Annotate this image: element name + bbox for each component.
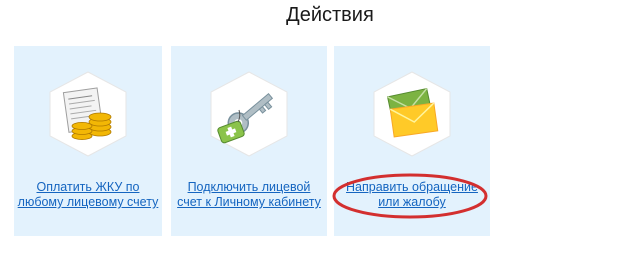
page-title: Действия (286, 4, 374, 26)
highlight-circle (331, 173, 488, 219)
connect-account-link[interactable]: Подключить лицевой счет к Личному кабине… (171, 180, 327, 210)
receipt-coins-icon (44, 70, 132, 158)
action-card-pay[interactable]: Оплатить ЖКУ по любому лицевому счету (14, 46, 162, 236)
envelopes-icon (368, 70, 456, 158)
pay-utilities-link[interactable]: Оплатить ЖКУ по любому лицевому счету (14, 180, 162, 210)
key-tag-icon (205, 70, 293, 158)
action-card-connect[interactable]: Подключить лицевой счет к Личному кабине… (171, 46, 327, 236)
